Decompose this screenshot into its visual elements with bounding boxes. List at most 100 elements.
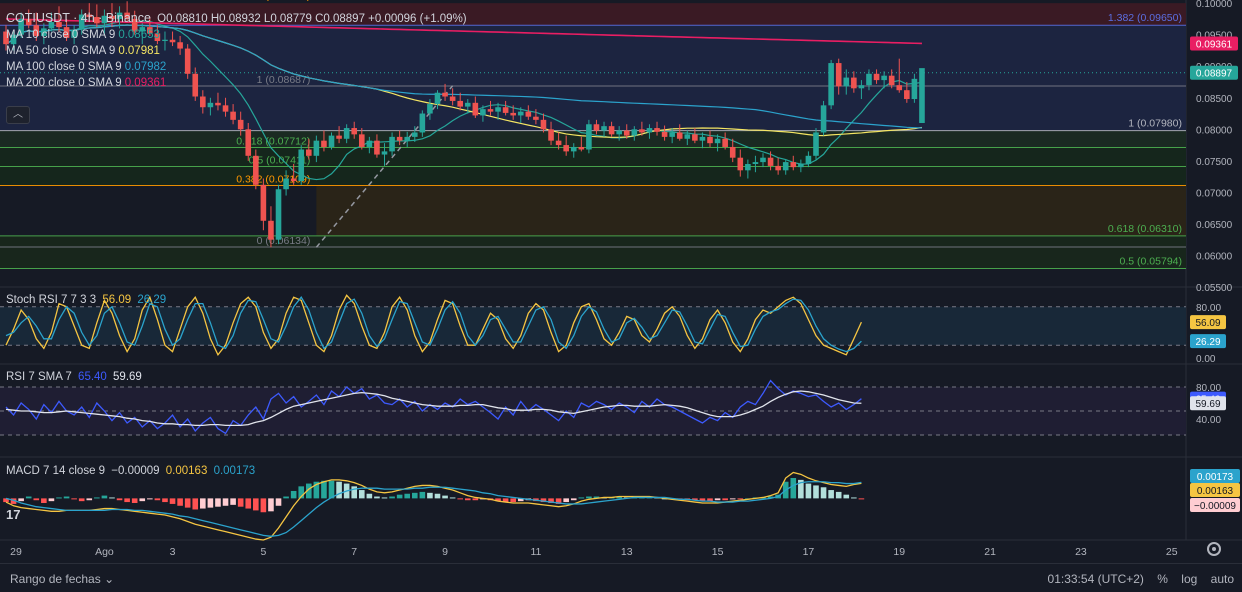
candle-body xyxy=(805,155,812,164)
x-tick-label: 19 xyxy=(893,546,905,558)
candle-body xyxy=(487,109,494,112)
macd-hist-bar xyxy=(124,498,130,503)
macd-hist-bar xyxy=(563,498,569,503)
macd-hist-bar xyxy=(192,498,199,510)
stoch-title: Stoch RSI 7 7 3 3 xyxy=(6,294,97,306)
macd-hist-bar xyxy=(374,496,380,499)
candle-body xyxy=(631,129,638,136)
macd-hist-bar xyxy=(177,498,183,506)
macd-hist-bar xyxy=(283,496,289,499)
macd-hist-bar xyxy=(464,498,471,501)
macd-hist-bar xyxy=(366,493,373,499)
macd-hist-bar xyxy=(457,498,463,500)
ma-legend-row[interactable]: MA 10 close 0 SMA 9 0.08653 xyxy=(6,27,470,43)
clock-readout[interactable]: 01:33:54 (UTC+2) xyxy=(1048,572,1144,586)
macd-hist-bar xyxy=(63,496,70,499)
candle-body xyxy=(586,124,592,150)
y-tick-label: 0.06000 xyxy=(1196,251,1233,262)
candle-body xyxy=(904,90,910,100)
macd-badge-label: 0.00173 xyxy=(1197,472,1234,483)
macd-hist-bar xyxy=(25,496,32,499)
candle-body xyxy=(828,63,834,106)
macd-hist-bar xyxy=(147,498,153,500)
macd-hist-bar xyxy=(722,498,728,501)
candle-body xyxy=(313,140,320,156)
candle-body xyxy=(404,136,411,141)
candle-body xyxy=(866,73,872,86)
macd-hist-bar xyxy=(94,497,100,499)
collapse-legend-button[interactable]: ︿ xyxy=(6,106,30,124)
macd-legend: MACD 7 14 close 9 −0.00009 0.00163 0.001… xyxy=(6,463,258,479)
ma-value: 0.09361 xyxy=(124,77,167,89)
auto-toggle[interactable]: auto xyxy=(1211,572,1234,586)
ma-legend-row[interactable]: MA 100 close 0 SMA 9 0.07982 xyxy=(6,59,470,75)
macd-hist-bar xyxy=(472,498,479,501)
macd-hist-bar xyxy=(207,498,214,508)
macd-line xyxy=(5,471,862,541)
gear-icon[interactable] xyxy=(1207,542,1221,556)
macd-signal-value: 0.00173 xyxy=(213,465,256,477)
candle-body xyxy=(873,73,880,81)
candle-body xyxy=(729,146,736,158)
macd-hist-bar xyxy=(790,478,797,499)
percent-toggle[interactable]: % xyxy=(1157,572,1168,586)
candle-body xyxy=(540,119,547,130)
value-badge-label: 56.09 xyxy=(1195,318,1220,329)
candle-body xyxy=(555,140,562,146)
candle-body xyxy=(661,131,668,137)
candle-body xyxy=(775,165,781,171)
ma-label: MA 200 close 0 SMA 9 xyxy=(6,77,122,89)
rsi-legend: RSI 7 SMA 7 65.40 59.69 xyxy=(6,369,145,385)
macd-hist-bar xyxy=(184,498,191,508)
macd-hist-bar xyxy=(78,498,85,502)
stoch-k-value: 56.09 xyxy=(102,294,132,306)
macd-hist-bar xyxy=(56,497,62,499)
candle-body xyxy=(570,146,577,152)
fib-label: 1.382 (0.09650) xyxy=(1108,12,1182,24)
ma-legend-row[interactable]: MA 200 close 0 SMA 9 0.09361 xyxy=(6,75,470,91)
rsi-title: RSI 7 SMA 7 xyxy=(6,371,72,383)
macd-hist-bar xyxy=(510,498,516,503)
candle-body xyxy=(517,111,524,116)
macd-hist-bar xyxy=(586,496,592,499)
fib-zone-c xyxy=(316,185,1186,236)
ohlc-readout: O0.08810 H0.08932 L0.08779 C0.08897 +0.0… xyxy=(157,13,467,25)
y-tick-label: 40.00 xyxy=(1196,415,1221,426)
candle-body xyxy=(275,189,282,240)
macd-hist-bar xyxy=(820,487,827,499)
macd-hist-bar xyxy=(253,498,259,511)
x-tick-label: 11 xyxy=(530,546,541,558)
candle-body xyxy=(510,112,516,116)
candle-body xyxy=(396,136,403,141)
macd-hist-bar xyxy=(396,494,403,499)
macd-hist-bar xyxy=(71,498,77,500)
macd-badge-label: 0.00163 xyxy=(1197,486,1234,497)
candle-body xyxy=(336,135,342,139)
candle-body xyxy=(714,138,721,144)
candle-body xyxy=(328,135,335,147)
candle-body xyxy=(427,104,433,114)
candle-body xyxy=(608,126,615,135)
macd-hist-bar xyxy=(570,498,577,501)
tradingview-logo-icon[interactable]: 17 xyxy=(6,507,34,527)
x-tick-label: 9 xyxy=(442,546,448,558)
candle-body xyxy=(623,130,630,136)
candle-body xyxy=(692,134,698,141)
x-tick-label: 21 xyxy=(984,546,996,558)
candle-body xyxy=(888,75,895,86)
candle-body xyxy=(616,130,622,135)
macd-hist-bar xyxy=(215,498,221,507)
candle-body xyxy=(283,178,289,190)
candle-body xyxy=(464,102,471,107)
ma-legend-row[interactable]: MA 50 close 0 SMA 9 0.07981 xyxy=(6,43,470,59)
log-toggle[interactable]: log xyxy=(1181,572,1197,586)
date-range-button[interactable]: Rango de fechas xyxy=(10,572,101,586)
candle-body xyxy=(835,63,842,87)
macd-hist-bar xyxy=(737,498,744,500)
candle-body xyxy=(419,113,426,133)
macd-hist-value: −0.00009 xyxy=(111,465,160,477)
macd-hist-bar xyxy=(290,490,297,499)
macd-hist-bar xyxy=(162,498,168,503)
symbol-title[interactable]: COTIUSDT · 4h · Binance xyxy=(6,11,151,25)
candle-body xyxy=(480,109,486,116)
